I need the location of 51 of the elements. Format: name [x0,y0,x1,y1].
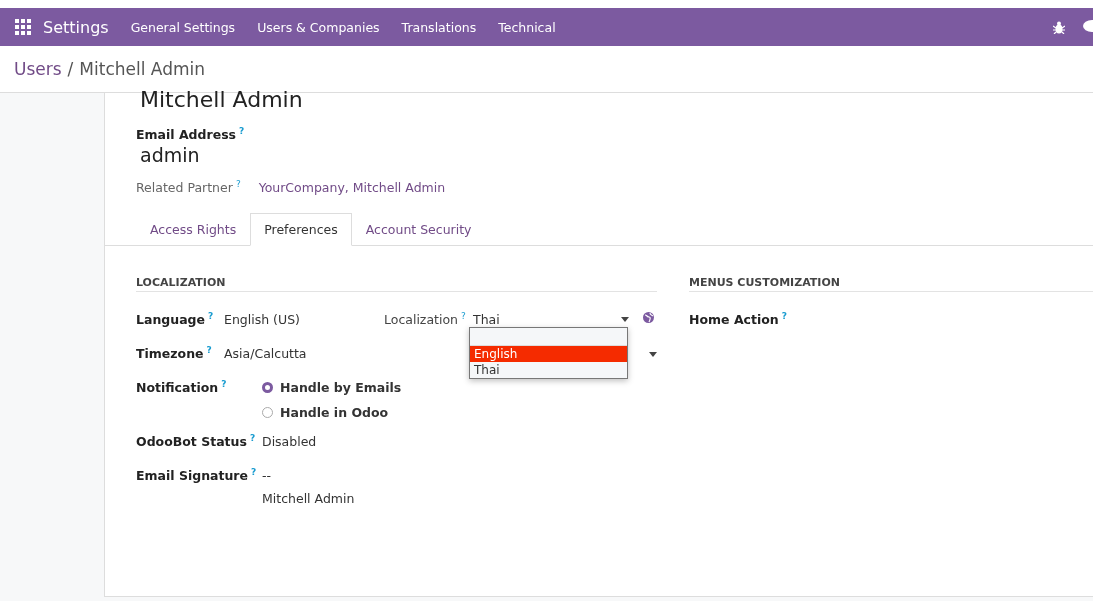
caret-icon[interactable] [649,352,657,357]
help-mark[interactable]: ? [206,346,212,355]
globe-icon[interactable] [643,312,654,323]
help-mark[interactable]: ? [221,380,227,389]
help-mark[interactable]: ? [208,312,214,321]
breadcrumb-separator: / [67,59,74,79]
caret-icon [621,317,629,322]
tab[interactable]: Account Security [351,213,486,246]
radio-label[interactable]: Handle by Emails [280,380,402,395]
help-mark[interactable]: ? [239,127,245,136]
dropdown-option[interactable]: Thai [470,362,627,378]
chat-icon[interactable] [1083,20,1093,34]
odoobot-status-value[interactable]: Disabled [262,434,317,449]
help-mark[interactable]: ? [249,434,256,443]
signature-line: Mitchell Admin [262,491,355,506]
help-mark[interactable]: ? [781,312,787,321]
localization-select[interactable]: Thai [473,312,629,327]
navbar-menu-item[interactable]: Technical [498,19,556,35]
help-mark[interactable]: ? [235,180,241,189]
radio-button[interactable] [262,382,273,393]
section-heading: LOCALIZATION [136,276,657,292]
field-label: Timezone [136,346,204,361]
field-label: Related Partner [136,180,233,195]
email-value: admin [140,144,201,166]
signature-line: -- [262,468,273,483]
navbar-menu-item[interactable]: Translations [401,19,477,35]
apps-grid-icon[interactable] [15,19,31,35]
breadcrumb-current: Mitchell Admin [79,59,205,79]
timezone-select[interactable]: Asia/Calcutta [224,346,307,361]
field-label: Language [136,312,205,327]
field-label: Email Address [136,127,236,142]
section-heading: MENUS CUSTOMIZATION [689,276,1093,292]
help-mark[interactable]: ? [461,312,466,321]
field-label: OdooBot Status [136,434,247,449]
language-value[interactable]: English (US) [224,312,384,327]
field-label: Notification [136,380,219,395]
app-name[interactable]: Settings [43,17,109,37]
field-label: Email Signature [136,468,248,483]
breadcrumb-link[interactable]: Users [14,59,62,79]
dropdown-option[interactable]: English [470,346,627,362]
partner-link[interactable]: YourCompany, Mitchell Admin [258,180,446,195]
navbar-menu-item[interactable]: General Settings [130,19,236,35]
navbar-menu-item[interactable]: Users & Companies [257,19,380,35]
bug-icon[interactable] [1053,20,1065,34]
tab[interactable]: Access Rights [136,213,251,246]
tab[interactable]: Preferences [250,213,352,246]
field-label: Localization [384,312,459,327]
field-label: Home Action [689,312,779,327]
radio-label[interactable]: Handle in Odoo [280,405,389,420]
record-title: Mitchell Admin [139,87,304,113]
help-mark[interactable]: ? [251,468,257,477]
